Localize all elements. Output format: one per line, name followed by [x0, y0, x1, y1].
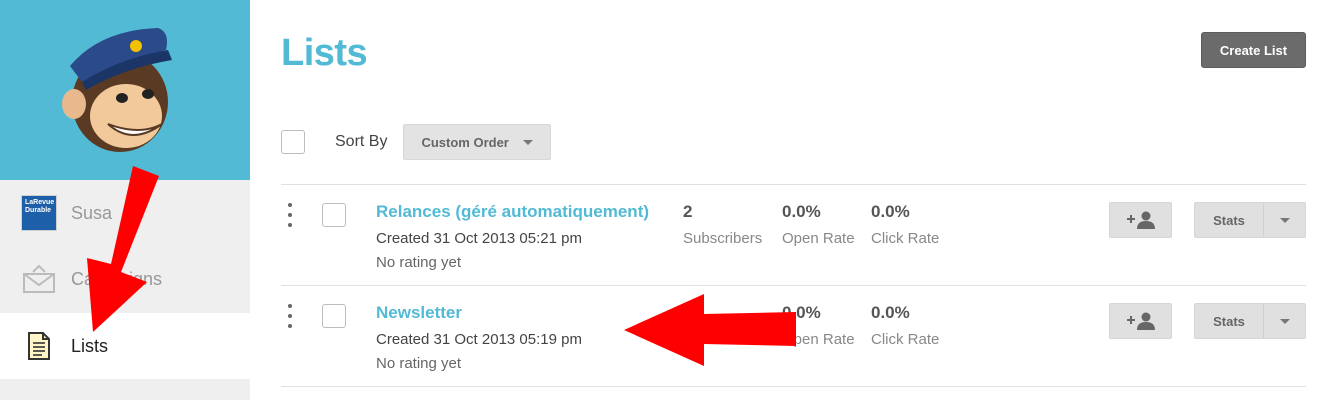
row-checkbox[interactable] [322, 304, 346, 328]
drag-handle-icon[interactable] [287, 304, 293, 328]
sidebar-item-account[interactable]: LaRevue Durable Susa [0, 180, 250, 246]
sidebar-item-label: Lists [71, 335, 109, 356]
chevron-down-icon [522, 139, 533, 145]
stats-label[interactable]: Stats [1195, 304, 1264, 338]
stats-label[interactable]: Stats [1195, 203, 1264, 237]
stats-dropdown-toggle[interactable] [1264, 304, 1305, 338]
list-rating: No rating yet [376, 254, 462, 271]
divider [281, 386, 1306, 387]
open-rate-caption: Open Rate [782, 331, 855, 348]
row-checkbox[interactable] [322, 203, 346, 227]
sort-label: Sort By [335, 133, 388, 150]
add-subscriber-button[interactable] [1109, 303, 1172, 339]
mail-tray-icon [21, 261, 57, 297]
click-rate-caption: Click Rate [871, 331, 940, 348]
sidebar-header [0, 0, 250, 180]
sidebar-item-label: Campaigns [71, 268, 163, 289]
sidebar-item-label: Susa [71, 202, 113, 223]
add-user-icon [1126, 312, 1155, 330]
chevron-down-icon [1279, 217, 1290, 223]
list-created-date: Created 31 Oct 2013 05:21 pm [376, 230, 582, 247]
stats-button[interactable]: Stats [1194, 303, 1306, 339]
list-name-link[interactable]: Newsletter [376, 303, 462, 323]
open-rate-value: 0.0% [782, 303, 821, 322]
sort-bar: Sort By Custom Order [281, 124, 552, 160]
list-name-link[interactable]: Relances (géré automatiquement) [376, 202, 649, 222]
open-rate-value: 0.0% [782, 202, 821, 221]
drag-handle-icon[interactable] [287, 203, 293, 227]
page-title: Lists [281, 32, 368, 74]
open-rate-caption: Open Rate [782, 230, 855, 247]
stats-button[interactable]: Stats [1194, 202, 1306, 238]
list-row: Newsletter Created 31 Oct 2013 05:19 pm … [281, 286, 1306, 386]
sort-selected-value: Custom Order [421, 134, 509, 150]
subscribers-stat: 2 Subscribers [683, 202, 762, 247]
sidebar: LaRevue Durable Susa Campaigns Lists [0, 0, 250, 400]
document-list-icon [21, 328, 57, 364]
sidebar-item-campaigns[interactable]: Campaigns [0, 246, 250, 312]
select-all-checkbox[interactable] [281, 130, 305, 154]
list-created-date: Created 31 Oct 2013 05:19 pm [376, 331, 582, 348]
open-rate-stat: 0.0% Open Rate [782, 303, 855, 348]
click-rate-stat: 0.0% Click Rate [871, 202, 939, 247]
sort-select[interactable]: Custom Order [403, 124, 552, 160]
subscribers-count: 2 [683, 202, 693, 221]
open-rate-stat: 0.0% Open Rate [782, 202, 855, 247]
freddie-chimp-logo-icon[interactable] [60, 20, 184, 160]
list-rating: No rating yet [376, 355, 462, 372]
chevron-down-icon [1279, 318, 1290, 324]
add-user-icon [1126, 211, 1155, 229]
sidebar-item-lists[interactable]: Lists [0, 313, 250, 379]
click-rate-value: 0.0% [871, 202, 910, 221]
click-rate-value: 0.0% [871, 303, 910, 322]
add-subscriber-button[interactable] [1109, 202, 1172, 238]
account-logo-icon: LaRevue Durable [21, 195, 57, 231]
list-row: Relances (géré automatiquement) Created … [281, 185, 1306, 285]
click-rate-stat: 0.0% Click Rate [871, 303, 939, 348]
create-list-button[interactable]: Create List [1201, 32, 1306, 68]
subscribers-caption: Subscribers [683, 230, 763, 247]
stats-dropdown-toggle[interactable] [1264, 203, 1305, 237]
click-rate-caption: Click Rate [871, 230, 940, 247]
